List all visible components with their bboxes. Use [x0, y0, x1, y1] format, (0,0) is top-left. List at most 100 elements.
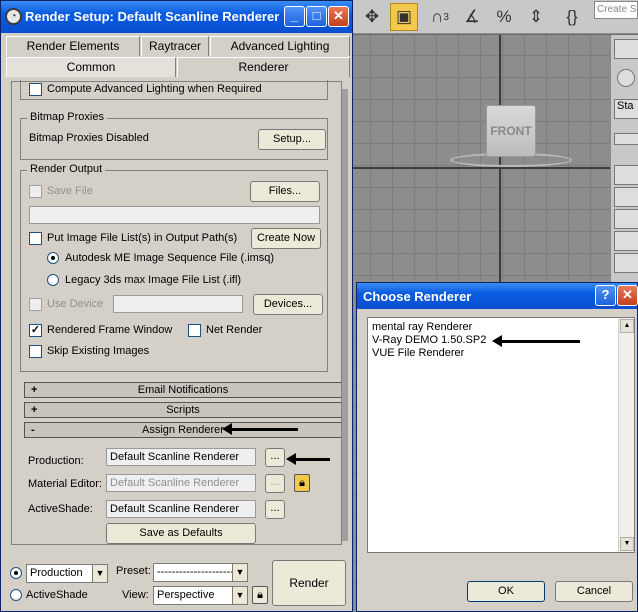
percent-snap-icon[interactable]: % — [490, 3, 518, 31]
tab-label: Render Elements — [26, 39, 120, 53]
use-device-label: Use Device — [47, 298, 104, 310]
activeshade-renderer-field: Default Scanline Renderer — [106, 500, 256, 518]
tab-label: Advanced Lighting — [230, 39, 330, 53]
choose-renderer-dialog: Choose Renderer ? ✕ mental ray Renderer … — [356, 282, 638, 612]
close-button[interactable]: ✕ — [617, 285, 638, 306]
devices-button[interactable]: Devices... — [253, 294, 323, 315]
renderer-item-mental-ray[interactable]: mental ray Renderer — [372, 321, 472, 333]
viewcube-label: FRONT — [490, 124, 532, 138]
render-output-group: Render Output Save File Files... Put Ima… — [20, 163, 328, 372]
rollout-email-notifications[interactable]: + Email Notifications — [24, 382, 342, 398]
production-browse-button[interactable]: ... — [265, 448, 285, 467]
help-button[interactable]: ? — [595, 285, 616, 306]
bitmap-proxies-group: Bitmap Proxies Bitmap Proxies Disabled S… — [20, 111, 328, 160]
3dsmax-app-icon: ◔ — [5, 8, 22, 25]
cube-icon[interactable]: ▣ — [390, 3, 418, 31]
material-editor-browse-button[interactable]: ... — [265, 474, 285, 493]
ok-button[interactable]: OK — [467, 581, 545, 602]
device-field[interactable] — [113, 295, 243, 313]
spinner-snap-icon[interactable]: ⇕ — [522, 3, 550, 31]
named-selection-icon[interactable]: {} — [558, 3, 586, 31]
autodesk-me-label: Autodesk ME Image Sequence File (.imsq) — [65, 252, 275, 264]
select-icon[interactable]: ✥ — [358, 3, 386, 31]
bitmap-proxies-status: Bitmap Proxies Disabled — [29, 132, 149, 144]
tab-label: Common — [66, 60, 116, 74]
common-panel: Compute Advanced Lighting when Required … — [11, 80, 343, 545]
command-panel-button[interactable] — [614, 187, 638, 207]
scroll-up-icon[interactable]: ▲ — [620, 319, 634, 333]
tab-renderer[interactable]: Renderer — [177, 57, 350, 77]
view-label: View: — [122, 589, 149, 601]
rollout-scripts[interactable]: + Scripts — [24, 402, 342, 418]
rollout-label: Email Notifications — [137, 384, 229, 396]
renderer-item-vray[interactable]: V-Ray DEMO 1.50.SP2 — [372, 334, 486, 346]
create-now-button[interactable]: Create Now — [251, 228, 321, 249]
skip-existing-checkbox[interactable] — [29, 345, 42, 358]
minimize-button[interactable]: _ — [284, 6, 305, 27]
rollout-expand-icon: + — [31, 404, 38, 416]
choose-renderer-titlebar[interactable]: Choose Renderer ? ✕ — [357, 283, 638, 309]
annotation-arrow-icon — [222, 423, 298, 435]
snap-label: 3 — [443, 11, 449, 23]
renderer-listbox-scrollbar[interactable]: ▲ ▼ — [618, 318, 634, 552]
files-button[interactable]: Files... — [250, 181, 320, 202]
angle-snap-icon[interactable]: ∡ — [458, 3, 486, 31]
compute-advanced-lighting-checkbox[interactable] — [29, 83, 42, 96]
tab-common[interactable]: Common — [6, 57, 176, 77]
pointer-icon[interactable] — [614, 39, 638, 59]
preset-dropdown[interactable]: ------------------------- ▼ — [153, 563, 248, 582]
snap-3d-icon[interactable]: ∩ 3 — [426, 3, 454, 31]
sphere-icon[interactable] — [617, 69, 635, 87]
save-file-checkbox[interactable] — [29, 185, 42, 198]
search-input[interactable]: Create Se — [594, 1, 638, 19]
save-as-defaults-button[interactable]: Save as Defaults — [106, 523, 256, 544]
autodesk-me-radio[interactable] — [47, 252, 59, 264]
tab-raytracer[interactable]: Raytracer — [141, 36, 209, 56]
save-file-label: Save File — [47, 185, 93, 197]
lock-icon[interactable]: 🔒︎ — [294, 474, 310, 492]
command-panel-button[interactable] — [614, 165, 638, 185]
main-toolbar: ✥ ▣ ∩ 3 ∡ % ⇕ {} Create Se — [352, 0, 638, 34]
command-panel-field[interactable]: Sta — [614, 99, 638, 119]
output-path-field[interactable] — [29, 206, 320, 224]
tab-render-elements[interactable]: Render Elements — [6, 36, 140, 56]
production-mode-radio[interactable] — [10, 567, 22, 579]
panel-scrollbar-thumb[interactable] — [342, 89, 348, 541]
renderer-listbox[interactable]: mental ray Renderer V-Ray DEMO 1.50.SP2 … — [367, 317, 635, 553]
scroll-down-icon[interactable]: ▼ — [620, 537, 634, 551]
maximize-button[interactable]: □ — [306, 6, 327, 27]
chevron-down-icon: ▼ — [232, 587, 247, 604]
rendered-frame-window-checkbox[interactable]: ✓ — [29, 324, 42, 337]
activeshade-mode-radio[interactable] — [10, 589, 22, 601]
activeshade-browse-button[interactable]: ... — [265, 500, 285, 519]
renderer-item-vue[interactable]: VUE File Renderer — [372, 347, 464, 359]
viewcube[interactable]: FRONT — [486, 105, 536, 157]
legacy-ifl-radio[interactable] — [47, 274, 59, 286]
tab-advanced-lighting[interactable]: Advanced Lighting — [210, 36, 350, 56]
bitmap-proxies-setup-button[interactable]: Setup... — [258, 129, 326, 150]
command-panel-button[interactable] — [614, 209, 638, 229]
use-device-checkbox[interactable] — [29, 298, 42, 311]
close-button[interactable]: ✕ — [328, 6, 349, 27]
chevron-down-icon: ▼ — [232, 564, 247, 581]
advanced-lighting-group: Compute Advanced Lighting when Required — [20, 80, 328, 100]
viewport-axis-horizontal — [352, 167, 610, 169]
render-button[interactable]: Render — [272, 560, 346, 606]
render-output-group-label: Render Output — [27, 163, 106, 175]
tab-label: Renderer — [238, 60, 289, 74]
window-title: Render Setup: Default Scanline Renderer — [25, 9, 280, 24]
view-dropdown[interactable]: Perspective ▼ — [153, 586, 248, 605]
put-image-file-list-checkbox[interactable] — [29, 232, 42, 245]
tab-strip: Render Elements Raytracer Advanced Light… — [5, 34, 350, 78]
rollout-label: Assign Renderer — [142, 424, 224, 436]
view-lock-icon[interactable]: 🔒︎ — [252, 586, 268, 604]
net-render-checkbox[interactable] — [188, 324, 201, 337]
command-panel-button[interactable] — [614, 133, 638, 145]
command-panel-button[interactable] — [614, 253, 638, 273]
render-setup-titlebar[interactable]: ◔ Render Setup: Default Scanline Rendere… — [1, 1, 352, 33]
production-mode-dropdown[interactable]: Production ▼ — [26, 564, 108, 583]
legacy-ifl-label: Legacy 3ds max Image File List (.ifl) — [65, 274, 242, 286]
rollout-expand-icon: + — [31, 384, 38, 396]
cancel-button[interactable]: Cancel — [555, 581, 633, 602]
command-panel-button[interactable] — [614, 231, 638, 251]
